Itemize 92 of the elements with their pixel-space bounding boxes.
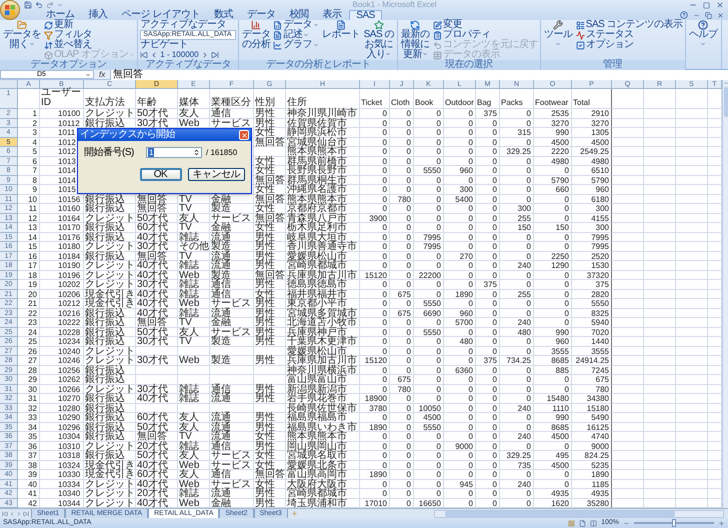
caret-icon[interactable] [57,2,63,8]
page-break-icon[interactable] [590,520,598,526]
table-icon [432,50,442,60]
ribbon-button[interactable]: 記述 [273,30,319,40]
ribbon-button[interactable]: フィルタ [44,30,136,40]
start-number-field[interactable]: 1 [146,147,202,158]
previous-sheet-icon[interactable] [9,510,15,516]
ribbon-button[interactable]: データ [273,20,319,30]
close-icon[interactable] [716,1,724,9]
group-label: 現在の選択 [398,60,540,70]
group-label: データの分析とレポート [239,60,397,70]
cube-icon [44,50,53,60]
redo-icon[interactable] [46,1,54,9]
range-text: 1 - 100000 [160,50,199,59]
save-icon[interactable] [24,1,32,9]
restore-icon[interactable] [705,12,712,18]
ribbon-tab[interactable]: データ [240,10,282,20]
slider-thumb[interactable] [672,519,676,527]
ribbon-button[interactable]: ツール [542,20,574,60]
window-title: Book1 - Microsoft Excel [351,0,438,10]
ribbon-tab[interactable]: 表示 [316,10,348,20]
ribbon-tab[interactable]: SAS [349,10,382,20]
ribbon-button[interactable]: 最新の情報に更新 [400,20,431,60]
refresh-icon [44,20,53,30]
first-icon[interactable] [140,51,148,59]
checkbox-icon [576,40,585,50]
function-label[interactable]: fx [97,70,108,79]
zoom-in-icon[interactable] [718,520,725,526]
folder-icon [17,20,27,30]
ribbon-button[interactable]: グラフ [273,40,319,50]
horizontal-scrollbar[interactable] [434,510,724,518]
ribbon-button[interactable]: SAS コンテンツの表示 [576,20,683,30]
close-icon [240,132,248,138]
normal-view-icon[interactable] [568,520,576,526]
chart-icon [251,20,262,30]
ribbon-tab[interactable]: ページ レイアウト [116,10,206,20]
star-icon [374,20,384,30]
close-button[interactable] [239,130,249,140]
page-layout-icon[interactable] [579,520,586,526]
maximize-icon[interactable] [703,2,710,8]
total-count: / 161850 [206,148,238,158]
sort-icon [44,40,53,50]
first-sheet-icon[interactable] [2,510,8,516]
ribbon-button[interactable]: ステータス [576,30,683,40]
caret-icon [85,72,91,78]
undo-icon[interactable] [35,1,43,9]
filter-icon [44,30,53,40]
help-icon[interactable] [680,11,688,19]
refresh-icon [410,20,420,30]
formula-field[interactable]: 無回答 [110,70,728,80]
dialog-button[interactable]: OK [140,168,182,181]
spreadsheet-icon [273,20,282,30]
document-icon [273,30,282,40]
logo-icon [5,5,15,15]
ribbon-button[interactable]: 並べ替え [44,40,136,50]
ribbon-button[interactable]: 更新 [44,20,136,30]
ribbon-button[interactable]: レポート [320,20,361,60]
ribbon-button[interactable]: オプション [576,40,683,50]
pulse-icon [576,30,585,40]
dialog-button[interactable]: キャンセル [188,168,245,181]
last-sheet-icon[interactable] [23,510,29,516]
group-label: アクティブなデータ [138,60,238,70]
close-icon[interactable] [717,12,724,18]
ribbon-label: アクティブなデータ [140,20,227,30]
undo-icon [432,40,442,50]
edit-icon [432,20,442,30]
wrench-icon [553,20,564,30]
ribbon-label: ナビゲート [140,40,189,50]
group-label: データオプション [0,60,138,70]
ribbon-button[interactable]: データの分析 [241,20,272,60]
ribbon-button[interactable]: SAS のお気に入り [362,20,395,60]
ribbon-tab[interactable]: 数式 [208,10,239,20]
ribbon-tab[interactable]: ホーム [40,10,80,20]
field-label: 開始番号(S) [84,148,135,158]
scroll-up-icon[interactable] [722,80,728,86]
clipboard-icon [432,30,442,40]
document-icon [336,20,346,30]
ribbon-button[interactable]: プロパティ [432,30,538,40]
office-button[interactable] [0,0,20,20]
list-icon [576,20,585,30]
last-icon[interactable] [210,51,219,59]
next-sheet-icon[interactable] [16,510,22,516]
group-label: 管理 [540,60,685,70]
line-chart-icon [273,40,282,50]
help-icon [698,20,708,30]
vertical-scrollbar[interactable] [722,80,728,508]
ribbon-tab[interactable]: 挿入 [82,10,114,20]
ribbon-button[interactable]: データを開く [2,20,42,60]
ribbon-button[interactable]: ヘルプ [688,20,719,60]
ribbon-tab[interactable]: 校閲 [283,10,314,20]
ribbon-button[interactable]: 変更 [432,20,538,30]
spinner-icon[interactable] [193,149,200,156]
